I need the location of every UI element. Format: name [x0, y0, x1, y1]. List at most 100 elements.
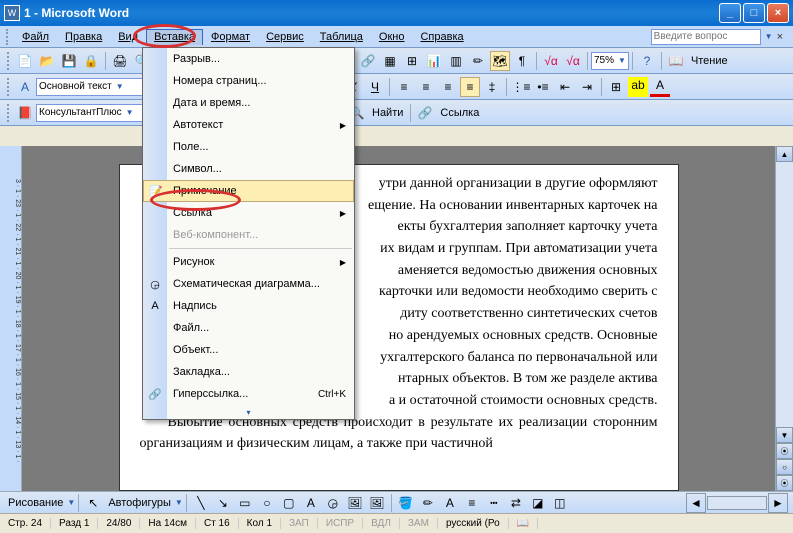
status-lang[interactable]: русский (Ро — [438, 518, 509, 529]
dd-comment[interactable]: 📝Примечание — [143, 180, 354, 202]
status-book-icon[interactable]: 📖 — [509, 518, 538, 529]
dd-page-numbers[interactable]: Номера страниц... — [143, 70, 354, 92]
3d-icon[interactable]: ◫ — [550, 493, 570, 513]
new-icon[interactable]: 📄 — [15, 51, 35, 71]
equation2-icon[interactable]: √α — [563, 51, 583, 71]
dd-hyperlink[interactable]: 🔗Гиперссылка...Ctrl+K — [143, 383, 354, 405]
hscroll-right-icon[interactable]: ► — [768, 493, 788, 513]
line-color-icon[interactable]: ✏ — [418, 493, 438, 513]
next-page-icon[interactable]: ⦿ — [776, 475, 793, 491]
permission-icon[interactable]: 🔒 — [81, 51, 101, 71]
find-label[interactable]: Найти — [368, 107, 407, 119]
borders-icon[interactable]: ⊞ — [606, 77, 626, 97]
dd-break[interactable]: Разрыв... — [143, 48, 354, 70]
font-color-draw-icon[interactable]: A — [440, 493, 460, 513]
equation-icon[interactable]: √α — [541, 51, 561, 71]
justify-icon[interactable]: ≡ — [460, 77, 480, 97]
wordart-icon[interactable]: A — [301, 493, 321, 513]
dash-style-icon[interactable]: ┅ — [484, 493, 504, 513]
open-icon[interactable]: 📂 — [37, 51, 57, 71]
clipart-icon[interactable]: 🖼 — [345, 493, 365, 513]
dd-autotext[interactable]: Автотекст▶ — [143, 114, 354, 136]
hyperlink-icon[interactable]: 🔗 — [358, 51, 378, 71]
show-hide-icon[interactable]: ¶ — [512, 51, 532, 71]
doc-map-icon[interactable]: 🗺 — [490, 51, 510, 71]
line-icon[interactable]: ╲ — [191, 493, 211, 513]
ask-question-box[interactable] — [651, 29, 761, 45]
toolbar-handle[interactable] — [7, 52, 11, 70]
status-rec[interactable]: ЗАП — [281, 518, 318, 529]
style-combo[interactable]: Основной текст▼ — [36, 78, 156, 96]
align-right-icon[interactable]: ≡ — [438, 77, 458, 97]
status-ext[interactable]: ВДЛ — [363, 518, 400, 529]
shadow-icon[interactable]: ◪ — [528, 493, 548, 513]
read-label[interactable]: Чтение — [687, 55, 732, 67]
vertical-scrollbar[interactable]: ▲ ▼ ⦿ ○ ⦿ — [775, 146, 793, 491]
dd-date-time[interactable]: Дата и время... — [143, 92, 354, 114]
prev-page-icon[interactable]: ⦿ — [776, 443, 793, 459]
menu-file[interactable]: Файл — [14, 29, 57, 45]
dd-expand[interactable]: ▾ — [143, 405, 354, 419]
rectangle-icon[interactable]: ▭ — [235, 493, 255, 513]
scroll-down-icon[interactable]: ▼ — [776, 427, 793, 443]
menu-help[interactable]: Справка — [412, 29, 471, 45]
minimize-button[interactable]: _ — [719, 3, 741, 23]
align-left-icon[interactable]: ≡ — [394, 77, 414, 97]
bullets-icon[interactable]: •≡ — [533, 77, 553, 97]
diagram-draw-icon[interactable]: ◶ — [323, 493, 343, 513]
dd-symbol[interactable]: Символ... — [143, 158, 354, 180]
menu-edit[interactable]: Правка — [57, 29, 110, 45]
menu-format[interactable]: Формат — [203, 29, 258, 45]
menu-tools[interactable]: Сервис — [258, 29, 312, 45]
highlight-icon[interactable]: ab — [628, 77, 648, 97]
close-button[interactable]: × — [767, 3, 789, 23]
link-label[interactable]: Ссылка — [436, 107, 483, 119]
save-icon[interactable]: 💾 — [59, 51, 79, 71]
underline-icon[interactable]: Ч — [365, 77, 385, 97]
line-style-icon[interactable]: ≡ — [462, 493, 482, 513]
fill-color-icon[interactable]: 🪣 — [396, 493, 416, 513]
consultant-icon[interactable]: 📕 — [15, 103, 35, 123]
decrease-indent-icon[interactable]: ⇤ — [555, 77, 575, 97]
menu-table[interactable]: Таблица — [312, 29, 371, 45]
dd-field[interactable]: Поле... — [143, 136, 354, 158]
autoshapes-label[interactable]: Автофигуры — [104, 497, 175, 509]
excel-icon[interactable]: 📊 — [424, 51, 444, 71]
dd-file[interactable]: Файл... — [143, 317, 354, 339]
tables-borders-icon[interactable]: ▦ — [380, 51, 400, 71]
consultant-combo[interactable]: КонсультантПлюс▼ — [36, 104, 146, 122]
align-center-icon[interactable]: ≡ — [416, 77, 436, 97]
doc-close-button[interactable]: × — [773, 31, 787, 43]
menu-view[interactable]: Вид — [110, 29, 146, 45]
font-color-icon[interactable]: A — [650, 77, 670, 97]
menu-window[interactable]: Окно — [371, 29, 413, 45]
ask-dropdown-icon[interactable]: ▼ — [765, 32, 773, 41]
link-icon[interactable]: 🔗 — [415, 103, 435, 123]
print-icon[interactable]: 🖨 — [110, 51, 130, 71]
select-icon[interactable]: ↖ — [83, 493, 103, 513]
insert-table-icon[interactable]: ⊞ — [402, 51, 422, 71]
scroll-track[interactable] — [776, 162, 793, 427]
toolbar-handle[interactable] — [7, 104, 11, 122]
dd-object[interactable]: Объект... — [143, 339, 354, 361]
help-icon[interactable]: ? — [637, 51, 657, 71]
dd-diagram[interactable]: ◶Схематическая диаграмма... — [143, 273, 354, 295]
drawing-label[interactable]: Рисование — [4, 497, 67, 509]
columns-icon[interactable]: ▥ — [446, 51, 466, 71]
textbox-draw-icon[interactable]: ▢ — [279, 493, 299, 513]
status-trk[interactable]: ИСПР — [318, 518, 363, 529]
browse-object-icon[interactable]: ○ — [776, 459, 793, 475]
maximize-button[interactable]: □ — [743, 3, 765, 23]
dd-bookmark[interactable]: Закладка... — [143, 361, 354, 383]
picture-icon[interactable]: 🖼 — [367, 493, 387, 513]
increase-indent-icon[interactable]: ⇥ — [577, 77, 597, 97]
dd-picture[interactable]: Рисунок▶ — [143, 251, 354, 273]
styles-icon[interactable]: A — [15, 77, 35, 97]
hscroll-track[interactable] — [707, 496, 767, 510]
scroll-up-icon[interactable]: ▲ — [776, 146, 793, 162]
dd-reference[interactable]: Ссылка▶ — [143, 202, 354, 224]
zoom-combo[interactable]: 75%▼ — [591, 52, 629, 70]
hscroll-left-icon[interactable]: ◄ — [686, 493, 706, 513]
drawing-icon[interactable]: ✏ — [468, 51, 488, 71]
read-mode-icon[interactable]: 📖 — [666, 51, 686, 71]
